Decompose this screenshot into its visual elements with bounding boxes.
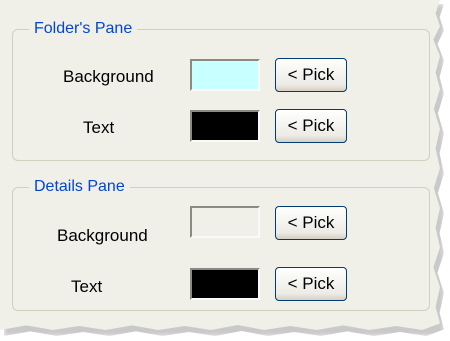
- details-text-swatch[interactable]: [190, 268, 260, 300]
- folders-pane-group: Folder's Pane Background < Pick Text < P…: [12, 19, 430, 161]
- details-text-label: Text: [71, 277, 103, 296]
- details-background-swatch[interactable]: [190, 206, 260, 238]
- details-pane-title: Details Pane: [29, 177, 130, 197]
- folders-background-swatch[interactable]: [190, 59, 260, 91]
- folders-text-label: Text: [83, 118, 115, 137]
- details-background-label: Background: [57, 226, 148, 245]
- colors-dialog: Folder's Pane Background < Pick Text < P…: [0, 0, 440, 330]
- folders-text-pick-button[interactable]: < Pick: [275, 109, 347, 143]
- folders-background-pick-button[interactable]: < Pick: [275, 58, 347, 92]
- details-pane-group: Details Pane Background < Pick Text < Pi…: [12, 177, 430, 311]
- details-background-pick-button[interactable]: < Pick: [275, 206, 347, 240]
- folders-text-swatch[interactable]: [190, 110, 260, 142]
- folders-pane-title: Folder's Pane: [29, 19, 138, 39]
- folders-background-label: Background: [63, 67, 154, 86]
- details-text-pick-button[interactable]: < Pick: [275, 267, 347, 301]
